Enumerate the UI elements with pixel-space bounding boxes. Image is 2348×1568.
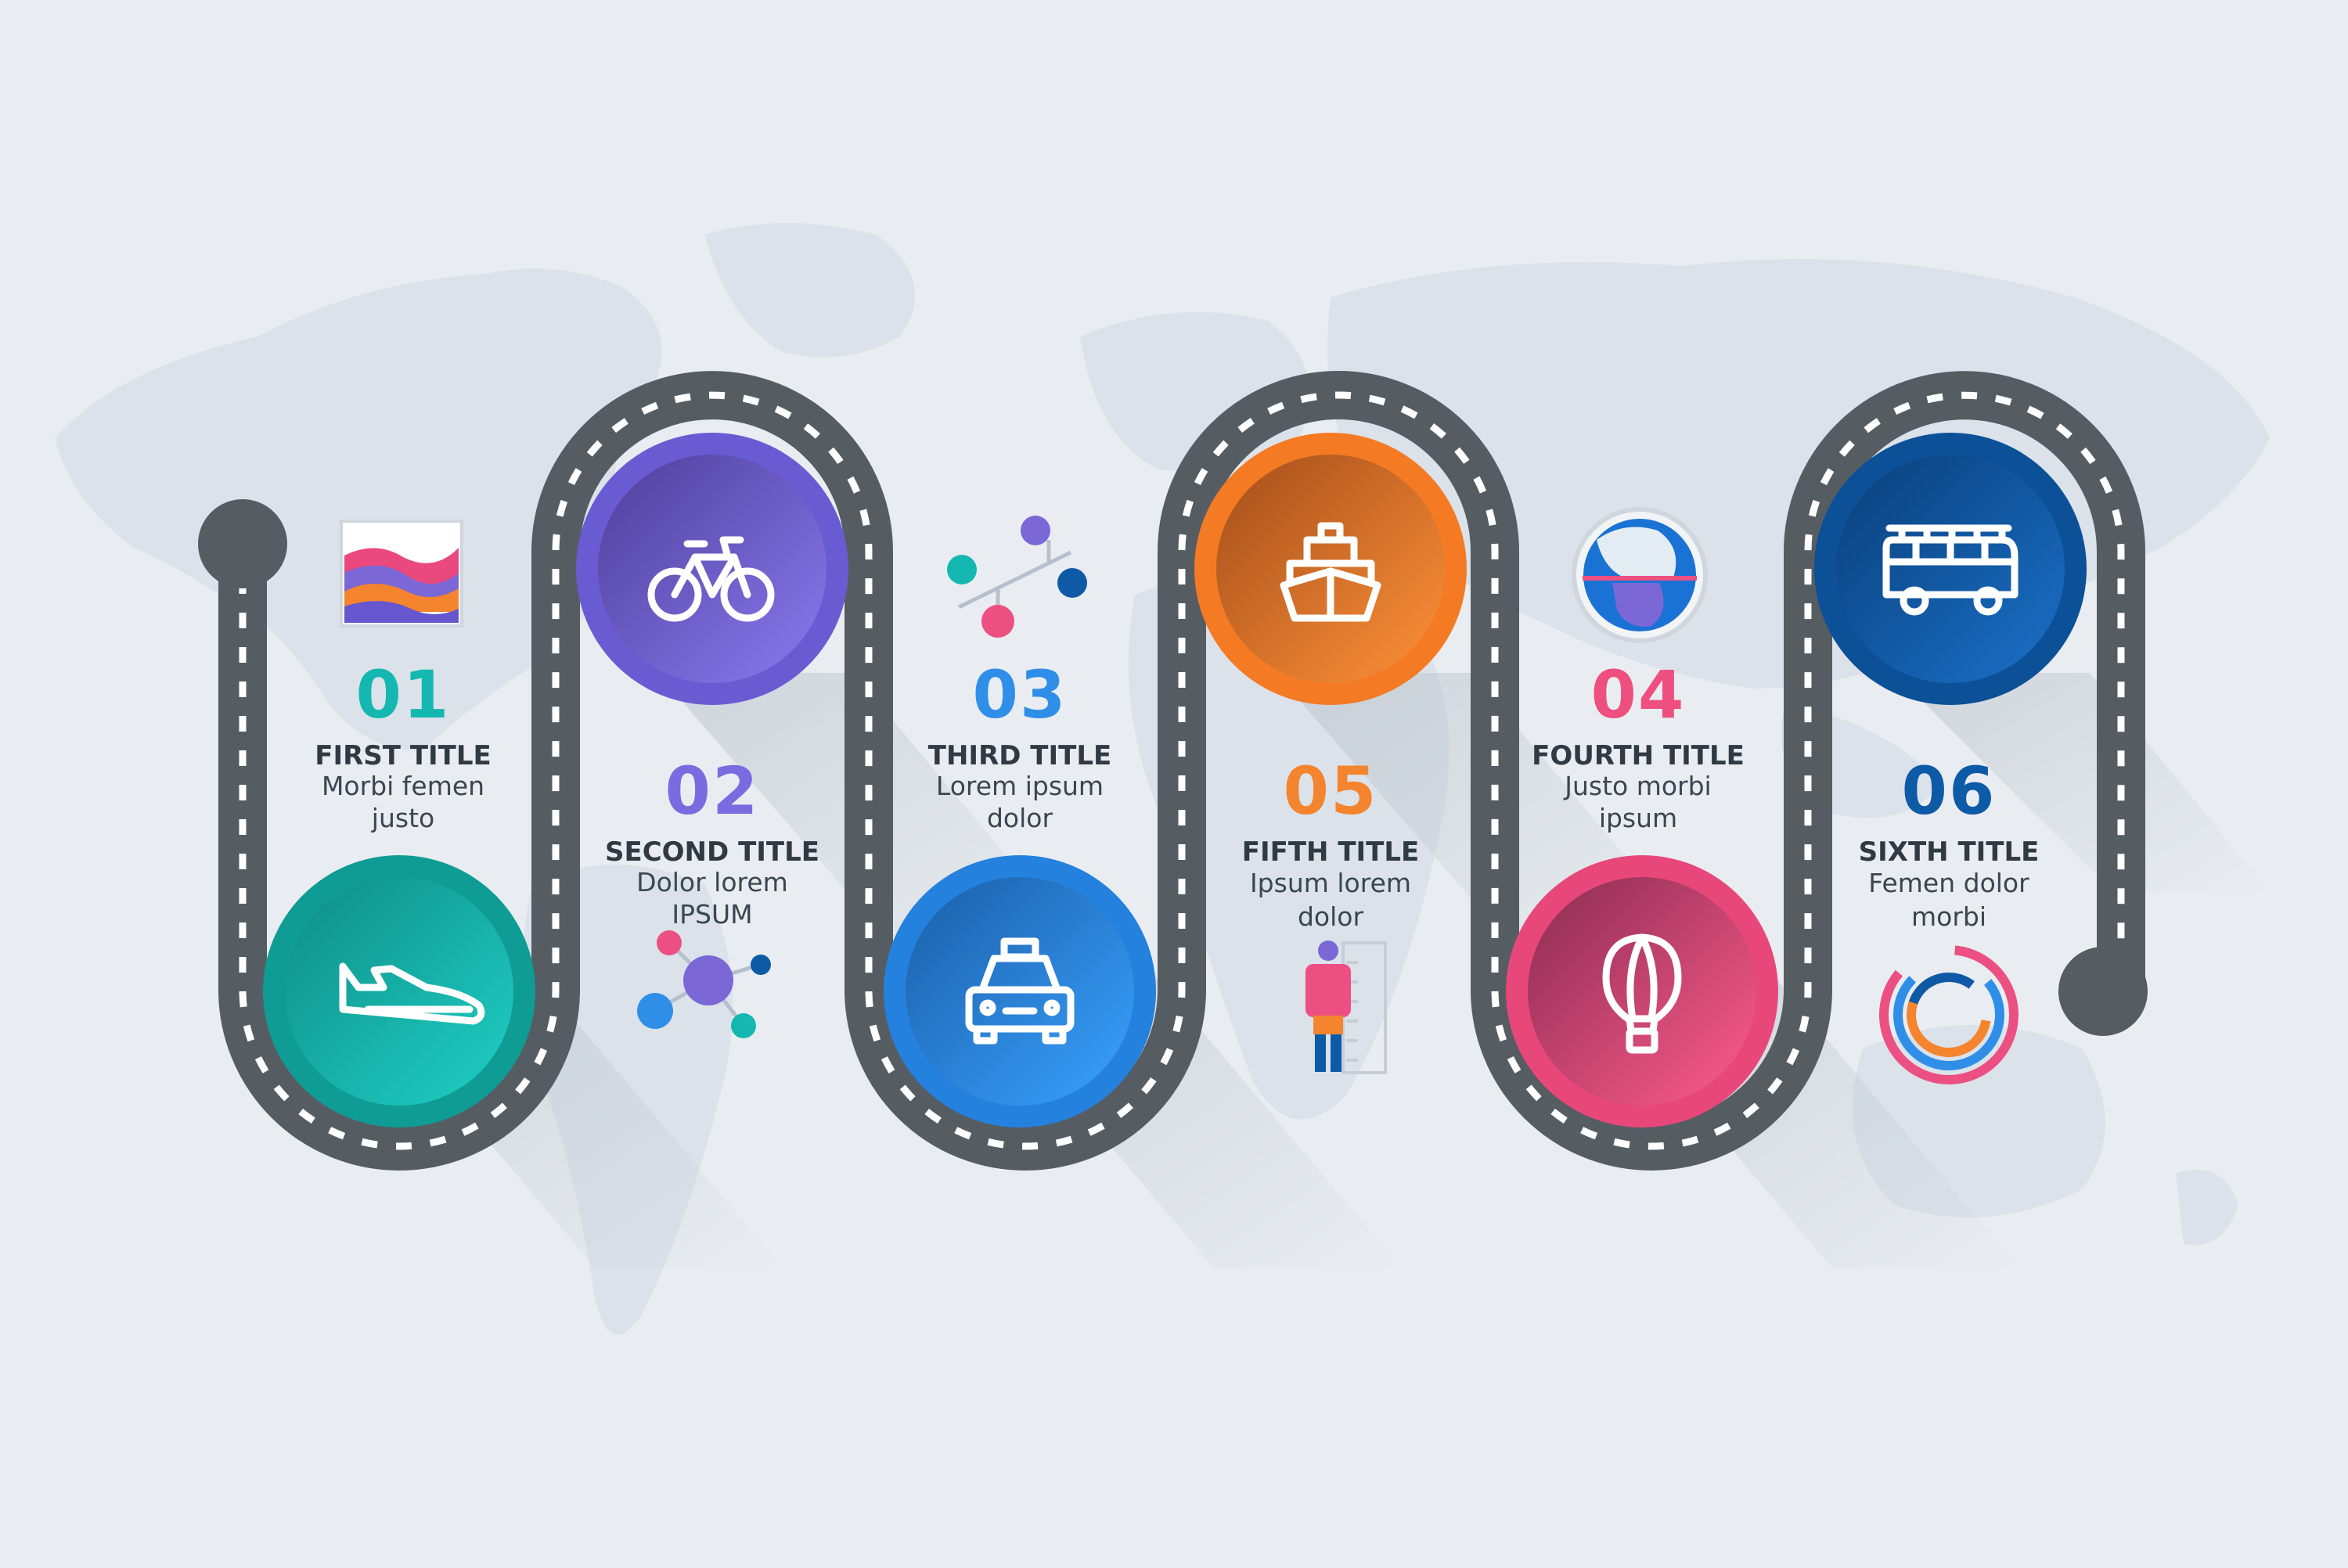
step-02-text-body: Dolor lorem IPSUM [636,867,788,930]
step-02-number: 02 [664,753,760,829]
step-05-text-body: Ipsum lorem dolor [1249,868,1412,933]
step-06-text-body: Femen dolor morbi [1868,868,2029,933]
globe-icon [1572,507,1708,643]
step-circle-01 [263,855,535,1127]
step-04-number: 04 [1590,656,1686,733]
step-03-number: 03 [972,656,1068,733]
step-04-title: FOURTH TITLE [1532,740,1745,771]
step-03-title: THIRD TITLE [927,740,1112,771]
step-04-text: 04 FOURTH TITLE Justo morbi ipsum [1513,662,1763,834]
step-circle-02 [576,433,848,705]
step-01-text-body: Morbi femen justo [321,771,485,833]
road-end-marker [2058,947,2148,1036]
step-06-text: 06 SIXTH TITLE Femen dolor morbi [1824,758,2074,934]
step-02-title: SECOND TITLE [604,836,819,868]
step-06-number: 06 [1901,753,1997,829]
step-01-text: 01 FIRST TITLE Morbi femen justo [278,662,528,834]
step-03-text: 03 THIRD TITLE Lorem ipsum dolor [895,662,1145,834]
step-01-number: 01 [355,656,451,733]
step-02-text: 02 SECOND TITLE Dolor lorem IPSUM [587,758,837,930]
step-01-title: FIRST TITLE [315,740,492,771]
step-04-text-body: Justo morbi ipsum [1565,771,1712,833]
step-circle-04 [1506,855,1778,1127]
road-start-marker [198,499,287,588]
wave-chart-icon [340,520,463,628]
step-05-text: 05 FIFTH TITLE Ipsum lorem dolor [1205,758,1456,934]
step-05-title: FIFTH TITLE [1241,836,1420,868]
scatter-dots-icon [947,516,1087,638]
step-circle-06 [1814,433,2087,705]
step-03-text-body: Lorem ipsum dolor [935,771,1104,833]
step-06-title: SIXTH TITLE [1858,836,2040,868]
step-05-number: 05 [1283,753,1378,829]
infographic-canvas: 01 FIRST TITLE Morbi femen justo 02 SECO… [0,0,2348,1565]
